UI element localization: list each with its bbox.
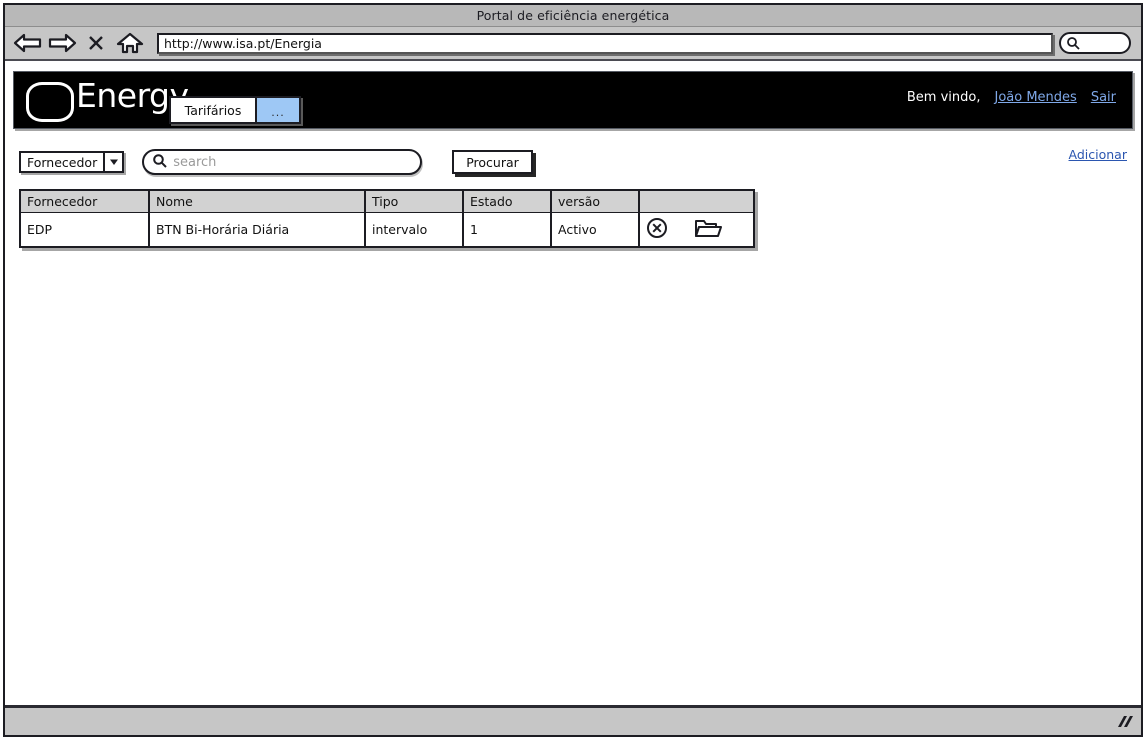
main-tabs: Tarifários ... [169, 96, 301, 124]
chevron-down-icon[interactable] [103, 153, 122, 171]
open-folder-icon[interactable] [694, 217, 722, 242]
browser-window: Portal de eficiência energética http://w… [3, 3, 1143, 737]
window-title: Portal de eficiência energética [476, 8, 670, 23]
cell-fornecedor: EDP [21, 212, 150, 246]
logout-link[interactable]: Sair [1091, 90, 1116, 105]
cell-tipo: intervalo [365, 212, 464, 246]
back-button[interactable] [11, 28, 45, 58]
cell-actions [639, 212, 753, 246]
stop-x-icon [87, 34, 105, 52]
user-session-area: Bem vindo, João Mendes Sair [907, 90, 1116, 105]
search-placeholder: search [173, 154, 217, 170]
search-icon [1066, 36, 1080, 50]
forward-button[interactable] [45, 28, 79, 58]
table-row[interactable]: EDP BTN Bi-Horária Diária intervalo 1 Ac… [21, 212, 753, 246]
browser-search-box[interactable] [1059, 32, 1131, 54]
cell-estado: 1 [463, 212, 552, 246]
home-icon [116, 31, 144, 55]
search-icon [152, 153, 167, 172]
column-header-versao[interactable]: versão [551, 191, 640, 213]
search-input[interactable]: search [142, 149, 423, 175]
rounded-square-logo-icon [26, 82, 74, 122]
user-profile-link[interactable]: João Mendes [994, 90, 1076, 105]
url-text: http://www.isa.pt/Energia [164, 35, 322, 51]
add-link[interactable]: Adicionar [1069, 147, 1127, 162]
app-header: Energy Tarifários ... Bem vindo, João Me… [13, 71, 1133, 129]
column-header-tipo[interactable]: Tipo [365, 191, 464, 213]
home-button[interactable] [113, 28, 147, 58]
supplier-filter-dropdown[interactable]: Fornecedor [19, 151, 125, 173]
tab-tarifarios-label: Tarifários [184, 102, 242, 118]
filter-toolbar: Fornecedor search Procurar [19, 149, 533, 175]
column-header-fornecedor[interactable]: Fornecedor [21, 191, 150, 213]
stop-button[interactable] [79, 28, 113, 58]
search-button[interactable]: Procurar [452, 150, 533, 174]
url-bar[interactable]: http://www.isa.pt/Energia [157, 32, 1053, 54]
resize-grip-icon[interactable] [1113, 714, 1133, 730]
window-title-bar: Portal de eficiência energética [5, 5, 1141, 27]
column-header-estado[interactable]: Estado [463, 191, 552, 213]
arrow-left-icon [13, 32, 43, 54]
status-bar [5, 705, 1141, 735]
arrow-right-icon [47, 32, 77, 54]
column-header-nome[interactable]: Nome [149, 191, 366, 213]
column-header-actions [639, 191, 753, 213]
delete-circle-icon[interactable] [646, 217, 668, 242]
tab-more[interactable]: ... [255, 98, 299, 122]
table-header-row: Fornecedor Nome Tipo Estado versão [21, 191, 753, 213]
welcome-text: Bem vindo, [906, 90, 981, 105]
page-viewport: Energy Tarifários ... Bem vindo, João Me… [5, 61, 1141, 705]
search-button-label: Procurar [466, 154, 519, 170]
cell-nome: BTN Bi-Horária Diária [149, 212, 366, 246]
browser-toolbar: http://www.isa.pt/Energia [5, 27, 1141, 61]
tab-tarifarios[interactable]: Tarifários [171, 98, 255, 122]
supplier-filter-label: Fornecedor [27, 154, 98, 170]
cell-versao: Activo [551, 212, 640, 246]
tab-more-label: ... [271, 106, 285, 119]
tariffs-table: Fornecedor Nome Tipo Estado versão EDP B… [19, 189, 755, 248]
